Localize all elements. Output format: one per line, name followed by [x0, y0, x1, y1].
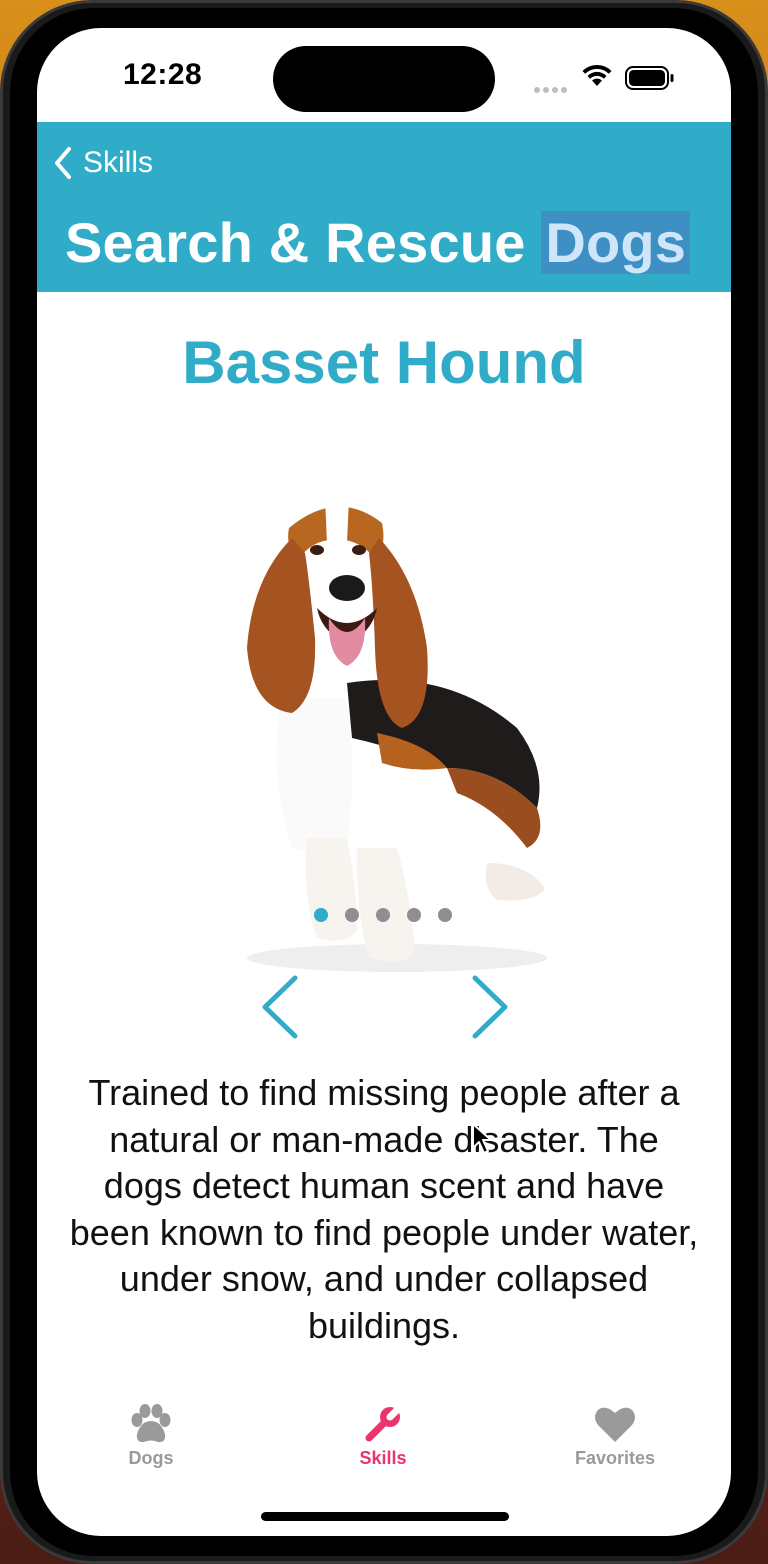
page-dot[interactable] — [376, 908, 390, 922]
page-dot[interactable] — [345, 908, 359, 922]
page-title: Search & Rescue Dogs — [65, 210, 691, 275]
app-screen: 12:28 Skills Search & Rescue Dogs Basset… — [37, 28, 731, 1536]
tab-label: Skills — [359, 1448, 407, 1468]
paw-icon — [131, 1404, 171, 1443]
dynamic-island — [273, 46, 495, 112]
tab-skills[interactable]: Skills — [293, 1388, 473, 1478]
page-title-main: Search & Rescue — [65, 211, 526, 274]
page-title-highlight: Dogs — [541, 211, 691, 274]
tab-dogs[interactable]: Dogs — [61, 1388, 241, 1478]
status-time: 12:28 — [123, 58, 203, 91]
home-indicator[interactable] — [261, 1512, 509, 1521]
wrench-icon — [365, 1404, 403, 1442]
wifi-icon — [582, 64, 612, 86]
previous-image-button[interactable] — [257, 972, 305, 1042]
cellular-signal-icon — [534, 80, 570, 98]
page-dot[interactable] — [314, 908, 328, 922]
chevron-left-icon — [55, 147, 71, 179]
tab-label: Favorites — [574, 1448, 656, 1468]
page-indicator[interactable] — [314, 908, 452, 924]
battery-icon — [625, 66, 674, 90]
mouse-cursor-icon — [472, 1123, 492, 1154]
page-dot[interactable] — [438, 908, 452, 922]
chevron-right-icon — [472, 975, 508, 1039]
tab-label: Dogs — [128, 1448, 174, 1468]
navigation-bar: Skills Search & Rescue Dogs — [37, 122, 731, 292]
page-dot[interactable] — [407, 908, 421, 922]
skill-description: Trained to find missing people after a n… — [69, 1072, 699, 1346]
next-image-button[interactable] — [465, 972, 513, 1042]
breed-name-heading: Basset Hound — [182, 329, 586, 396]
back-button-label: Skills — [83, 146, 154, 179]
status-bar: 12:28 — [37, 28, 731, 122]
tab-favorites[interactable]: Favorites — [525, 1388, 705, 1478]
tab-bar: Dogs Skills Favorites — [37, 1388, 731, 1488]
heart-icon — [595, 1407, 635, 1442]
back-button[interactable]: Skills — [49, 142, 153, 184]
chevron-left-icon — [262, 975, 298, 1039]
